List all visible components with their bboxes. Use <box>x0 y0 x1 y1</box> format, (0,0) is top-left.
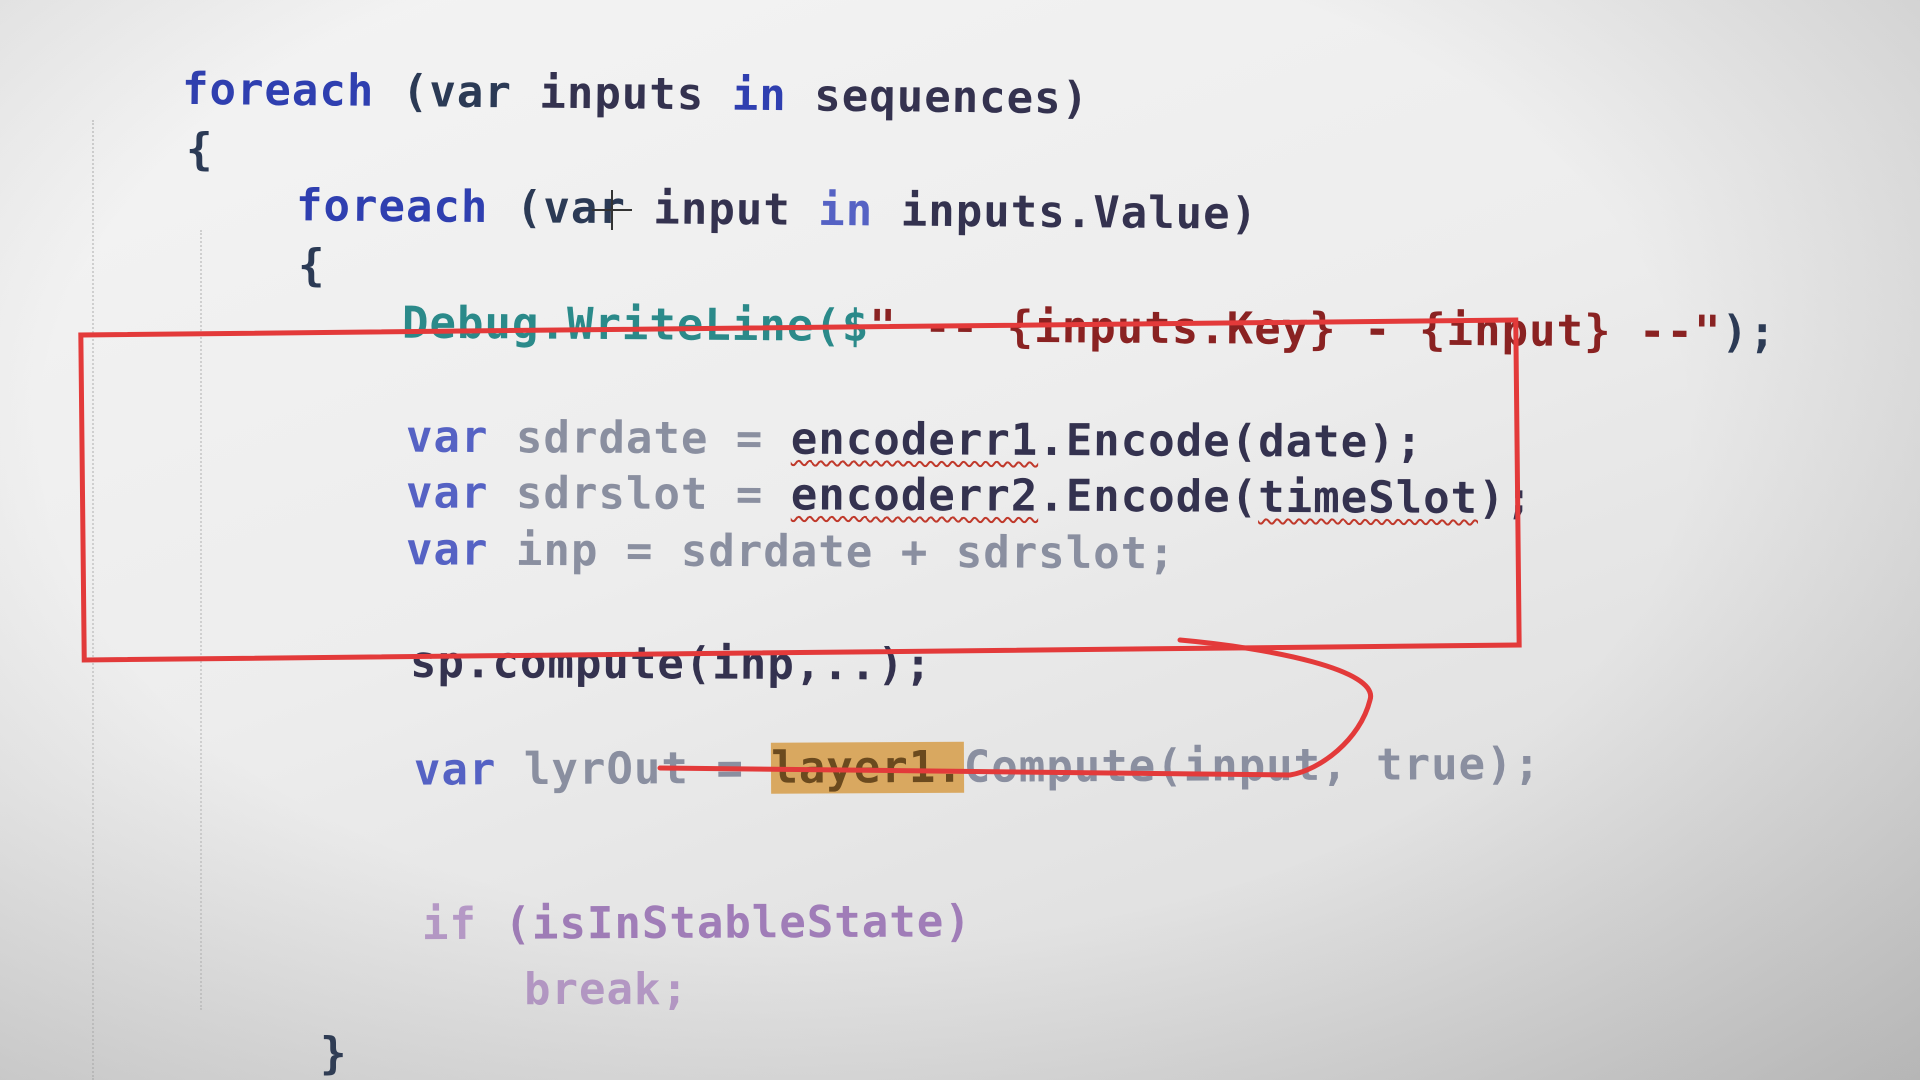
code-identifier: input <box>653 183 792 236</box>
code-line-lyrout[interactable]: var lyrOut = layer1.Compute(input, true)… <box>304 687 1542 849</box>
code-identifier: inputs.Value) <box>900 185 1259 240</box>
code-editor-photo: foreach (var inputs in sequences) { fore… <box>0 0 1920 1080</box>
crosshair-cursor-icon <box>592 190 632 230</box>
code-identifier: inputs <box>539 67 705 121</box>
keyword-in: in <box>790 184 902 237</box>
red-rectangle-annotation <box>78 317 1522 663</box>
brace: } <box>319 1028 348 1079</box>
highlighted-identifier: layer1. <box>771 741 964 794</box>
code-text: lyrOut = <box>496 742 772 796</box>
code-identifier: sequences) <box>814 70 1090 125</box>
code-text: Compute(input, true); <box>963 738 1542 793</box>
code-line-close-brace[interactable]: } <box>210 976 347 1080</box>
keyword-break: break; <box>523 964 689 1015</box>
keyword-var: var <box>413 744 497 796</box>
code-text: (var <box>374 65 540 119</box>
code-text: ); <box>1721 306 1777 359</box>
code-line-break[interactable]: break; <box>414 912 689 1068</box>
keyword-in: in <box>704 69 815 122</box>
